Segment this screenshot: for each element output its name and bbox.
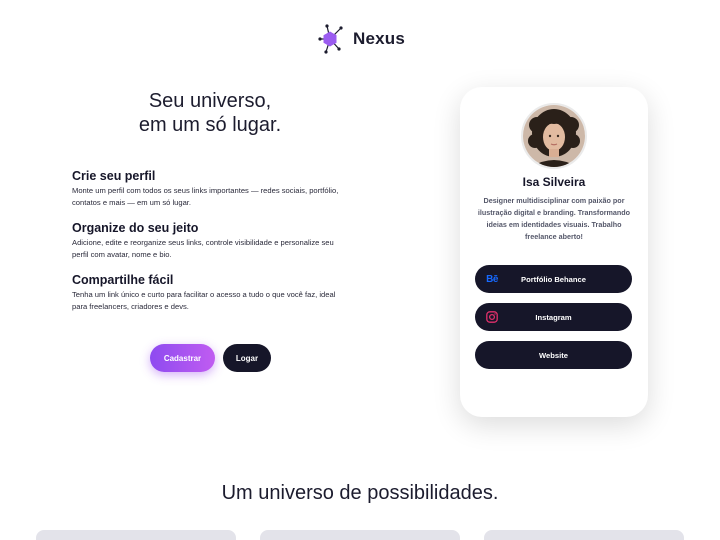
feature-card [260, 530, 460, 540]
feature-text: Monte um perfil com todos os seus links … [72, 186, 339, 207]
feature-text: Tenha um link único e curto para facilit… [72, 290, 336, 311]
profile-link-website[interactable]: Website [475, 341, 632, 369]
profile-bio: Designer multidisciplinar com paixão por… [477, 196, 631, 241]
profile-name: Isa Silveira [522, 175, 586, 189]
profile-link-label: Website [539, 350, 568, 360]
feature-text: Adicione, edite e reorganize seus links,… [72, 238, 334, 259]
feature-title: Crie seu perfil [72, 169, 156, 183]
instagram-icon [485, 310, 499, 324]
feature-item: Compartilhe fácil Tenha um link único e … [72, 272, 352, 313]
feature-item: Crie seu perfil Monte um perfil com todo… [72, 168, 352, 209]
section-title: Um universo de possibilidades. [221, 482, 499, 504]
hero-title-line-2: em um só lugar. [138, 114, 282, 136]
cta-group: Cadastrar Logar [150, 344, 271, 372]
avatar [521, 103, 587, 169]
behance-icon: Bē [486, 273, 498, 285]
feature-item: Organize do seu jeito Adicione, edite e … [72, 220, 352, 261]
feature-list: Crie seu perfil Monte um perfil com todo… [72, 168, 352, 324]
signup-button[interactable]: Cadastrar [150, 344, 215, 372]
profile-link-behance[interactable]: Bē Portfólio Behance [475, 265, 632, 293]
avatar-portrait [523, 105, 585, 167]
hexagon-network-icon [318, 24, 343, 54]
feature-title: Organize do seu jeito [72, 221, 199, 235]
feature-card [484, 530, 684, 540]
feature-title: Compartilhe fácil [72, 273, 174, 287]
profile-preview-card: Isa Silveira Designer multidisciplinar c… [460, 87, 648, 417]
hero-title: Seu universo, em um só lugar. [110, 89, 310, 137]
hero-title-line-1: Seu universo, [148, 90, 272, 112]
profile-link-instagram[interactable]: Instagram [475, 303, 632, 331]
header: Nexus [0, 24, 720, 54]
feature-card [36, 530, 236, 540]
profile-link-label: Instagram [535, 312, 572, 322]
brand-name: Nexus [352, 29, 406, 48]
profile-link-label: Portfólio Behance [521, 274, 586, 284]
login-button[interactable]: Logar [223, 344, 271, 372]
